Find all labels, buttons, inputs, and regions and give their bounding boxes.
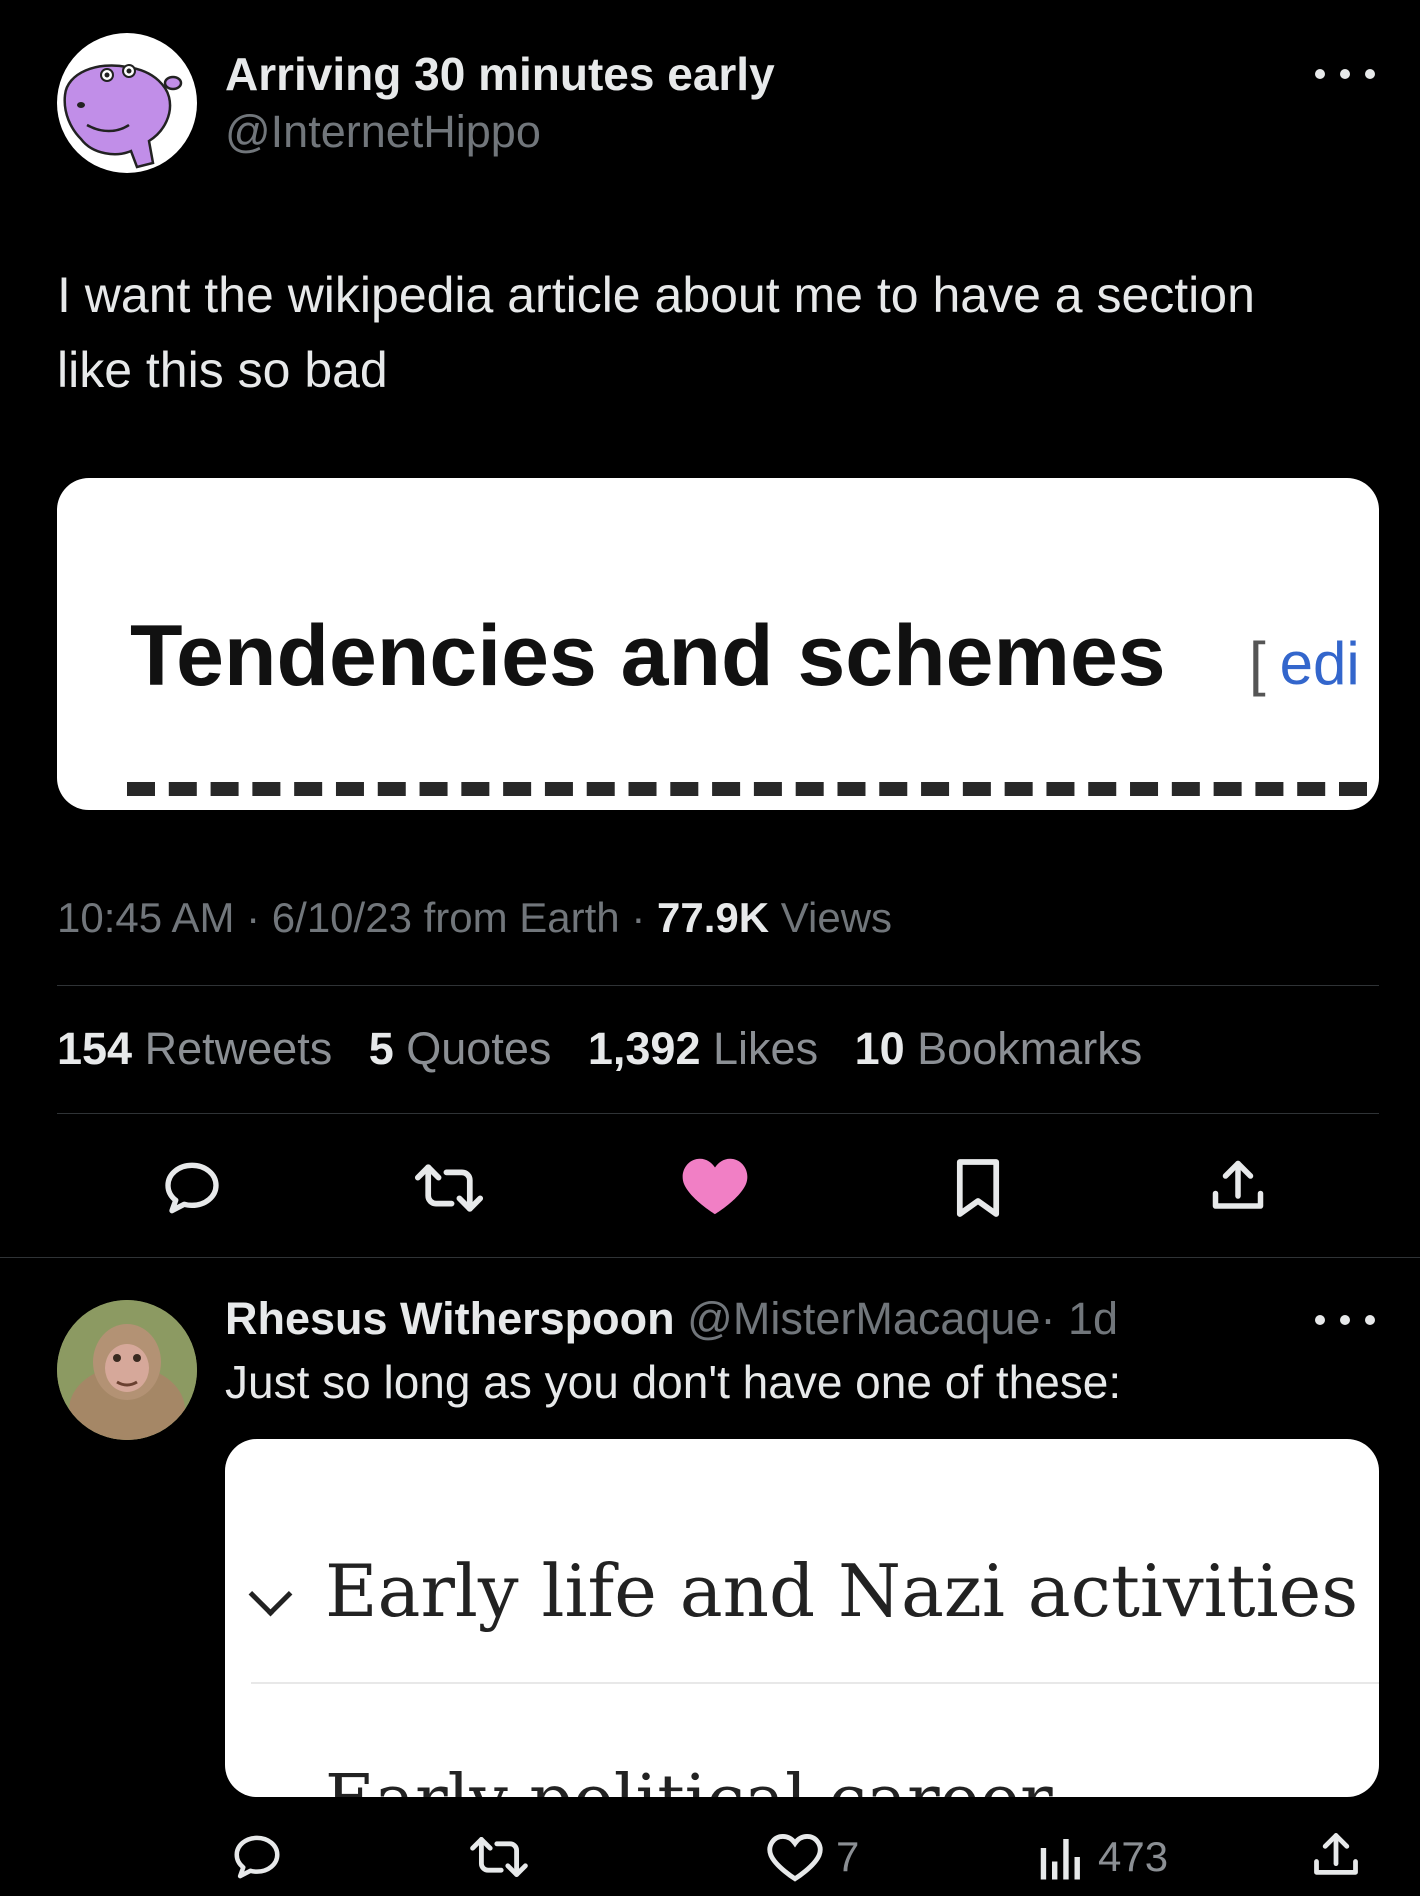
like-button[interactable]	[680, 1152, 750, 1218]
section-divider	[0, 1257, 1420, 1258]
retweets-label: Retweets	[144, 1023, 333, 1074]
more-dot	[1365, 1315, 1375, 1325]
retweets-count: 154	[57, 1023, 133, 1074]
bookmarks-label: Bookmarks	[917, 1023, 1143, 1074]
views-count: 77.9K	[657, 894, 770, 941]
quotes-stat[interactable]: 5 Quotes	[369, 1023, 552, 1074]
reply-bubble-icon	[234, 1835, 280, 1879]
share-icon	[1212, 1160, 1264, 1209]
reply-author-avatar[interactable]	[57, 1300, 197, 1440]
edit-link-text: edi	[1279, 630, 1360, 697]
tweet-text: I want the wikipedia article about me to…	[57, 258, 1397, 408]
likes-count: 1,392	[587, 1023, 701, 1074]
more-dot	[1340, 1315, 1350, 1325]
reply-media-image[interactable]: Early life and Nazi activities Early pol…	[225, 1439, 1379, 1797]
more-dot	[1340, 69, 1350, 79]
tweet-text-line: like this so bad	[57, 342, 388, 398]
more-options-button[interactable]	[1315, 64, 1375, 84]
views-label: Views	[780, 894, 893, 941]
cut-off-text-bottom	[127, 782, 1367, 810]
likes-label: Likes	[713, 1023, 819, 1074]
share-icon	[1314, 1833, 1358, 1875]
tweet-text-line: I want the wikipedia article about me to…	[57, 267, 1255, 323]
edit-bracket: [	[1249, 630, 1266, 697]
analytics-bars-icon	[1040, 1839, 1080, 1880]
reply-bubble-icon	[165, 1162, 219, 1214]
wiki-next-section: Early political career	[325, 1761, 1053, 1797]
reply-text: Just so long as you don't have one of th…	[225, 1356, 1122, 1408]
more-horizontal-icon	[1315, 1315, 1325, 1325]
bookmark-button[interactable]	[952, 1156, 1004, 1220]
more-dot	[1365, 69, 1375, 79]
reply-like-count: 7	[836, 1833, 860, 1880]
reply-header: Rhesus Witherspoon @MisterMacaque· 1d	[225, 1290, 1118, 1348]
hippo-avatar-icon	[63, 64, 183, 169]
reply-retweet-button[interactable]	[466, 1830, 532, 1884]
author-display-name[interactable]: Arriving 30 minutes early	[225, 46, 775, 102]
likes-stat[interactable]: 1,392 Likes	[588, 1023, 818, 1074]
tweet-meta: 10:45 AM · 6/10/23 from Earth · 77.9K Vi…	[57, 890, 892, 946]
macaque-avatar-icon	[57, 1300, 197, 1440]
heart-icon	[682, 1158, 748, 1215]
author-avatar[interactable]	[57, 33, 197, 173]
reply-views-count: 473	[1098, 1833, 1169, 1880]
wiki-section-heading: Tendencies and schemes	[130, 608, 1166, 704]
divider	[57, 985, 1379, 986]
meta-separator: ·	[234, 894, 272, 941]
tweet-source: from Earth	[423, 894, 620, 941]
bookmarks-stat[interactable]: 10 Bookmarks	[855, 1023, 1143, 1074]
quotes-count: 5	[368, 1023, 394, 1074]
meta-separator: ·	[619, 894, 657, 941]
share-button[interactable]	[1208, 1154, 1268, 1218]
reply-more-options-button[interactable]	[1315, 1310, 1375, 1330]
bookmark-icon	[956, 1159, 1000, 1217]
reply-age[interactable]: · 1d	[1040, 1293, 1118, 1344]
tweet-time[interactable]: 10:45 AM	[57, 894, 234, 941]
quotes-label: Quotes	[406, 1023, 552, 1074]
heart-icon	[767, 1834, 823, 1882]
tweet-stats: 154 Retweets 5 Quotes 1,392 Likes 10 Boo…	[57, 1020, 1142, 1078]
reply-button[interactable]	[160, 1156, 224, 1220]
reply-author-display-name[interactable]: Rhesus Witherspoon	[225, 1293, 675, 1344]
retweet-icon	[414, 1164, 484, 1212]
tweet-date[interactable]: 6/10/23	[272, 894, 412, 941]
retweets-stat[interactable]: 154 Retweets	[57, 1023, 332, 1074]
bookmarks-count: 10	[854, 1023, 905, 1074]
retweet-icon	[470, 1836, 528, 1878]
more-horizontal-icon	[1315, 69, 1325, 79]
tweet-media-image[interactable]: Tendencies and schemes [edi	[57, 478, 1379, 810]
reply-views-button[interactable]: 473	[1040, 1830, 1168, 1884]
wiki-edit-link: [edi	[1249, 624, 1360, 704]
retweet-button[interactable]	[410, 1156, 488, 1220]
divider	[57, 1113, 1379, 1114]
reply-author-handle[interactable]: @MisterMacaque	[687, 1293, 1040, 1344]
reply-reply-button[interactable]	[230, 1830, 284, 1884]
author-handle[interactable]: @InternetHippo	[225, 104, 541, 160]
reply-share-button[interactable]	[1310, 1828, 1362, 1882]
wiki-section-title: Early life and Nazi activities	[325, 1549, 1359, 1633]
reply-like-button[interactable]: 7	[766, 1830, 859, 1884]
wiki-section-divider	[251, 1682, 1379, 1684]
chevron-down-icon	[248, 1572, 293, 1617]
